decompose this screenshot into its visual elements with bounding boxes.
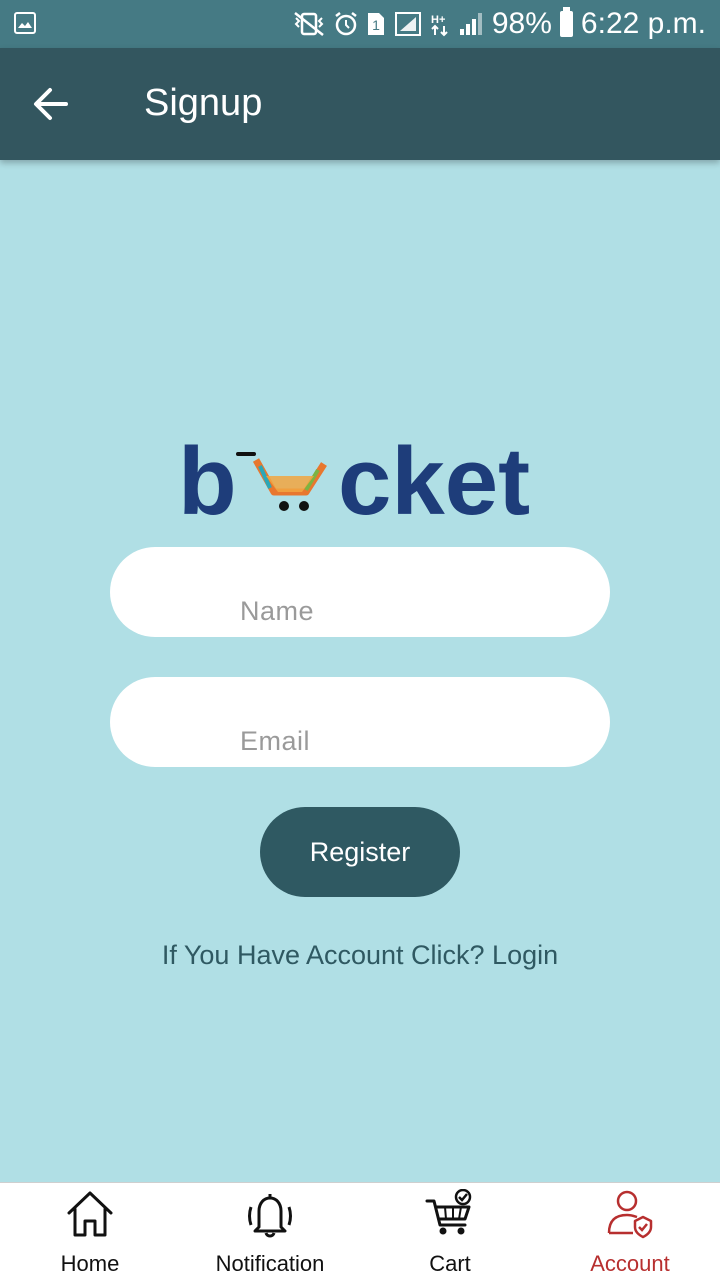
battery-icon [559, 7, 573, 37]
bottom-nav: Home Notification Cart Account [0, 1182, 720, 1280]
status-bar: 1 H+ 98% 6:22 p.m. [0, 0, 720, 48]
battery-percent: 98% [491, 7, 552, 40]
logo-text-right: cket [338, 430, 530, 526]
data-icon: H+ [430, 11, 450, 37]
page-title: Signup [144, 82, 263, 124]
name-input[interactable] [240, 593, 580, 629]
bell-icon [248, 1194, 292, 1238]
account-icon [607, 1190, 653, 1239]
bucket-logo: b cket [178, 428, 558, 535]
email-input[interactable] [240, 723, 580, 759]
nav-notification[interactable]: Notification [180, 1183, 360, 1280]
alarm-icon [334, 11, 358, 37]
arrow-left-icon [34, 88, 68, 120]
cart-icon [425, 1189, 472, 1235]
nav-label-notification: Notification [215, 1251, 325, 1276]
nav-label-account: Account [590, 1251, 670, 1276]
signal-icon [394, 11, 422, 37]
login-link[interactable]: If You Have Account Click? Login [0, 940, 720, 971]
nav-account[interactable]: Account [540, 1183, 720, 1280]
status-time: 6:22 p.m. [580, 7, 706, 40]
sim-icon: 1 [366, 11, 386, 37]
app-bar: Signup [0, 48, 720, 160]
photo-icon [14, 12, 36, 34]
network-type-text: H+ [431, 14, 445, 26]
logo-text-left: b [178, 430, 237, 526]
status-icons: 1 H+ 98% 6:22 p.m. [292, 0, 706, 48]
nav-home[interactable]: Home [0, 1183, 180, 1280]
sim-badge-text: 1 [372, 17, 380, 33]
signal-icon [458, 11, 484, 37]
home-icon [67, 1191, 113, 1237]
name-field[interactable] [110, 547, 610, 637]
nav-cart[interactable]: Cart [360, 1183, 540, 1280]
nav-label-home: Home [60, 1251, 120, 1276]
register-button[interactable]: Register [260, 807, 460, 897]
vibrate-off-icon [292, 11, 326, 37]
email-field[interactable] [110, 677, 610, 767]
back-button[interactable] [30, 84, 74, 124]
cart-logo-icon [236, 452, 327, 511]
nav-label-cart: Cart [429, 1251, 471, 1276]
